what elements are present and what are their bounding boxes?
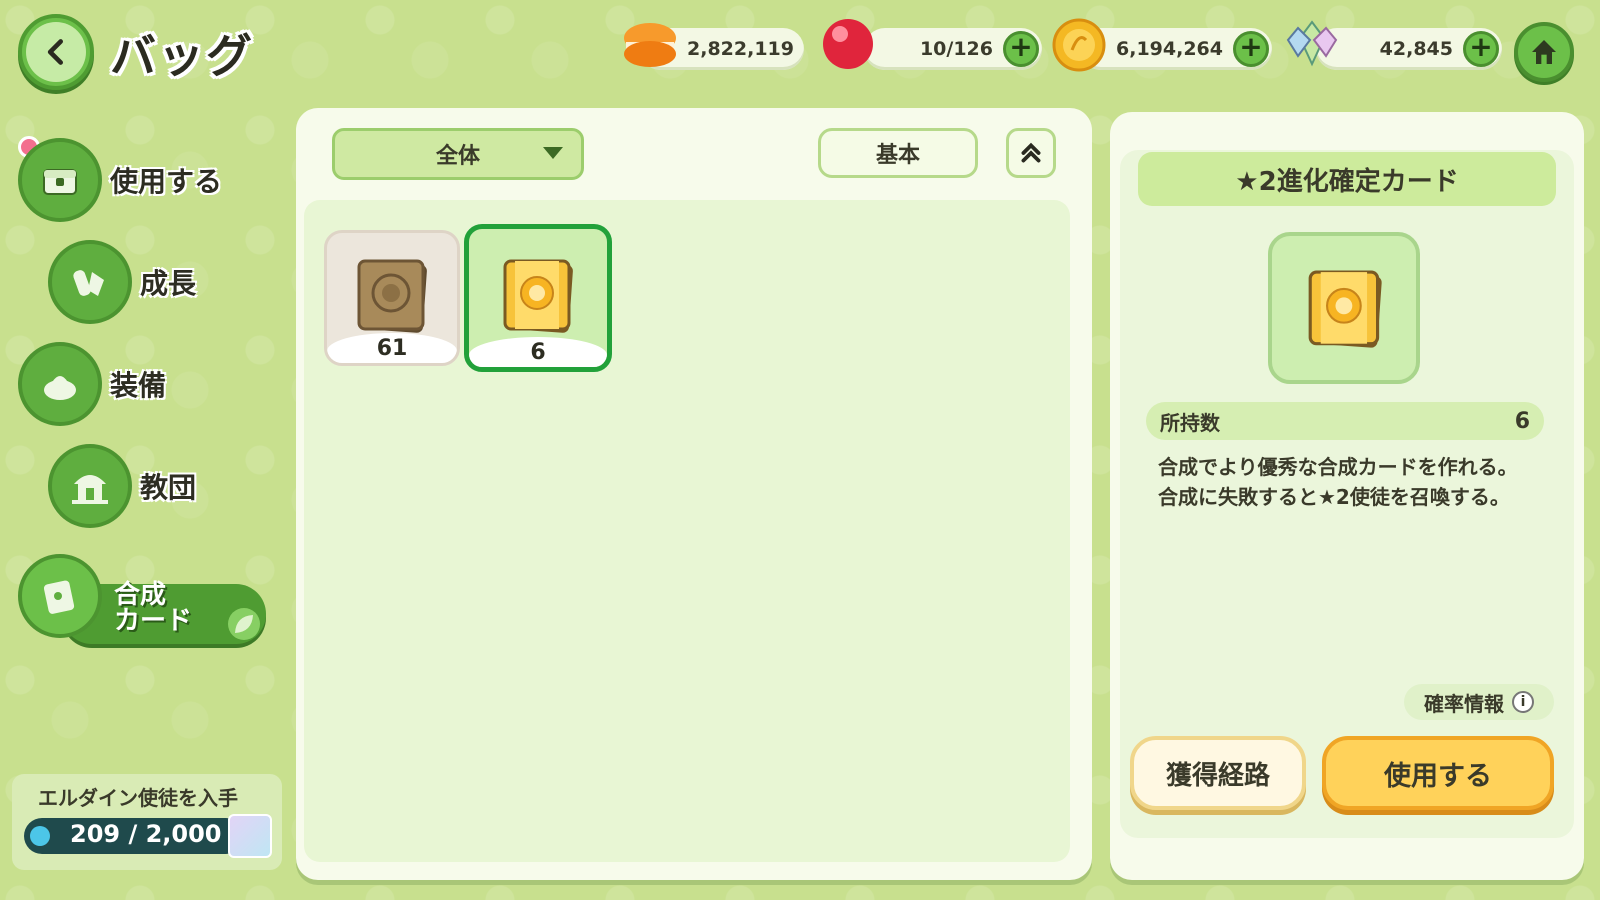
home-icon xyxy=(1532,40,1556,64)
probability-label: 確率情報 xyxy=(1424,691,1504,716)
sidebar-item-label: 装備 xyxy=(110,369,167,402)
back-button[interactable] xyxy=(18,14,94,90)
gold-card-icon xyxy=(503,259,573,333)
item-title: ★2進化確定カード xyxy=(1138,152,1556,206)
probability-info-button[interactable]: 確率情報 i xyxy=(1404,684,1554,720)
currency-gold-value: 6,194,264 xyxy=(1116,38,1223,60)
sidebar-item-label: 合成 カード xyxy=(114,580,193,636)
gold-plus-button[interactable]: + xyxy=(1233,31,1269,67)
crystal-plus-button[interactable]: + xyxy=(1463,31,1499,67)
acquire-route-button[interactable]: 獲得経路 xyxy=(1130,736,1306,810)
card-icon xyxy=(43,580,75,614)
leaf-icon xyxy=(228,608,260,640)
item-slot-gold-card[interactable]: 6 xyxy=(464,224,612,372)
owned-label: 所持数 xyxy=(1160,410,1220,435)
event-progress-bar: 209 / 2,000 xyxy=(24,818,244,854)
double-chevron-up-icon xyxy=(1021,142,1041,163)
sidebar-item-use[interactable]: 使用する xyxy=(18,138,222,222)
event-progress-box[interactable]: エルダイン使徒を入手 209 / 2,000 xyxy=(12,774,282,870)
chevron-down-icon xyxy=(543,147,563,159)
owned-count-row: 所持数 6 xyxy=(1146,402,1544,440)
equipment-icon xyxy=(44,376,76,400)
currency-ruby: 10/126 + xyxy=(864,28,1042,70)
currency-crystal-value: 42,845 xyxy=(1379,38,1453,60)
sidebar-item-label: 教団 xyxy=(140,471,197,504)
gold-coin-icon xyxy=(1052,18,1106,72)
sort-button[interactable]: 基本 xyxy=(818,128,978,178)
potion-icon xyxy=(73,270,104,296)
acquire-route-label: 獲得経路 xyxy=(1165,760,1270,791)
inventory-panel: 全体 基本 61 6 xyxy=(296,108,1092,880)
home-button[interactable] xyxy=(1514,22,1574,82)
item-grid: 61 6 xyxy=(304,200,1070,862)
event-card-icon xyxy=(228,814,272,858)
use-button-label: 使用する xyxy=(1384,760,1492,792)
currency-crystal: 42,845 + xyxy=(1316,28,1502,70)
sidebar-item-label: 成長 xyxy=(140,267,197,300)
chevron-left-icon xyxy=(47,39,64,65)
item-description: 合成でより優秀な合成カードを作れる。 合成に失敗すると★2使徒を召喚する。 xyxy=(1158,455,1518,509)
filter-dropdown[interactable]: 全体 xyxy=(332,128,584,180)
item-count: 6 xyxy=(469,337,607,367)
use-button[interactable]: 使用する xyxy=(1322,736,1554,810)
page-title: バッグ xyxy=(110,29,254,83)
progress-gem-icon xyxy=(30,826,50,846)
ruby-plus-button[interactable]: + xyxy=(1003,31,1039,67)
temple-icon xyxy=(72,475,108,504)
sort-order-button[interactable] xyxy=(1006,128,1056,178)
gold-card-icon xyxy=(1308,270,1382,348)
currency-macaron-value: 2,822,119 xyxy=(687,38,794,60)
sort-button-label: 基本 xyxy=(875,143,920,168)
filter-dropdown-value: 全体 xyxy=(435,144,480,169)
item-preview xyxy=(1268,232,1420,384)
sidebar-item-growth[interactable]: 成長 xyxy=(48,240,196,324)
sidebar-item-label: 使用する xyxy=(110,165,223,198)
chest-icon xyxy=(43,169,77,195)
ruby-icon xyxy=(823,19,873,69)
bronze-card-icon xyxy=(357,259,427,333)
currency-gold: 6,194,264 + xyxy=(1080,28,1272,70)
item-detail-panel: ★2進化確定カード 所持数 6 合成でより優秀な合成カードを作れる。 合成に失敗… xyxy=(1110,112,1584,880)
event-title: エルダイン使徒を入手 xyxy=(38,786,238,810)
crystal-icon xyxy=(1286,20,1338,67)
item-count: 61 xyxy=(327,333,457,363)
sidebar-item-order[interactable]: 教団 xyxy=(48,444,196,528)
owned-count: 6 xyxy=(1514,408,1530,434)
sidebar-item-synthesis-card-icon[interactable] xyxy=(18,554,102,638)
item-slot-bronze-card[interactable]: 61 xyxy=(324,230,460,366)
sidebar-item-equipment[interactable]: 装備 xyxy=(18,342,166,426)
info-icon: i xyxy=(1512,691,1534,713)
currency-ruby-value: 10/126 xyxy=(919,38,993,60)
event-progress-text: 209 / 2,000 xyxy=(70,820,222,848)
macaron-icon xyxy=(624,23,676,67)
